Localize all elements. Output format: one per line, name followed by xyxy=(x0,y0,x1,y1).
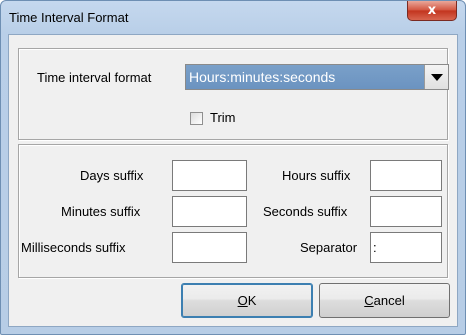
dialog-window: Time Interval Format x Time interval for… xyxy=(0,0,466,335)
dialog-content: Time interval format Hours:minutes:secon… xyxy=(8,34,458,327)
milliseconds-suffix-label: Milliseconds suffix xyxy=(21,240,126,255)
milliseconds-suffix-input[interactable] xyxy=(172,232,247,263)
cancel-button-label: Cancel xyxy=(364,293,405,308)
dropdown-arrow-button[interactable] xyxy=(424,65,448,89)
hours-suffix-label: Hours suffix xyxy=(282,168,351,183)
seconds-suffix-input[interactable] xyxy=(370,196,442,227)
suffix-panel: Days suffix Hours suffix Minutes suffix … xyxy=(18,144,448,278)
format-panel: Time interval format Hours:minutes:secon… xyxy=(18,48,449,140)
ok-button-label: OK xyxy=(237,293,257,308)
close-button[interactable]: x xyxy=(407,1,457,21)
format-selected-value: Hours:minutes:seconds xyxy=(189,69,336,85)
cancel-button[interactable]: Cancel xyxy=(319,283,450,318)
days-suffix-input[interactable] xyxy=(172,160,247,191)
window-title: Time Interval Format xyxy=(9,10,129,25)
minutes-suffix-label: Minutes suffix xyxy=(61,204,141,219)
trim-label[interactable]: Trim xyxy=(210,110,236,125)
days-suffix-label: Days suffix xyxy=(80,168,144,183)
format-dropdown[interactable]: Hours:minutes:seconds xyxy=(185,64,449,90)
seconds-suffix-label: Seconds suffix xyxy=(263,204,348,219)
close-icon: x xyxy=(427,3,437,18)
hours-suffix-input[interactable] xyxy=(370,160,442,191)
format-label: Time interval format xyxy=(37,70,152,85)
trim-checkbox[interactable] xyxy=(190,112,203,125)
separator-label: Separator xyxy=(300,240,358,255)
chevron-down-icon xyxy=(430,73,443,81)
ok-button[interactable]: OK xyxy=(181,283,313,318)
minutes-suffix-input[interactable] xyxy=(172,196,247,227)
separator-input[interactable] xyxy=(370,232,442,263)
